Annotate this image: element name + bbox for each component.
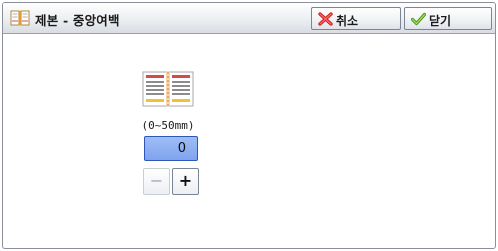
close-button[interactable]: 닫기	[404, 7, 492, 30]
increase-button[interactable]: +	[172, 168, 199, 195]
dialog-title: 제본 - 중앙여백	[35, 13, 120, 28]
cancel-button-label: 취소	[336, 14, 359, 28]
cancel-button[interactable]: 취소	[311, 7, 401, 30]
binding-center-margin-dialog: 제본 - 중앙여백 취소 닫기 (0~50mm) 0 − +	[2, 2, 496, 249]
red-x-icon	[318, 12, 333, 26]
decrease-button[interactable]: −	[143, 168, 170, 195]
close-button-label: 닫기	[429, 14, 452, 28]
center-margin-input[interactable]: 0	[144, 136, 198, 161]
book-icon	[10, 10, 30, 26]
title-bar: 제본 - 중앙여백 취소 닫기	[3, 3, 495, 34]
range-label: (0~50mm)	[141, 119, 195, 132]
open-book-icon	[142, 71, 194, 107]
checkmark-icon	[411, 12, 426, 26]
